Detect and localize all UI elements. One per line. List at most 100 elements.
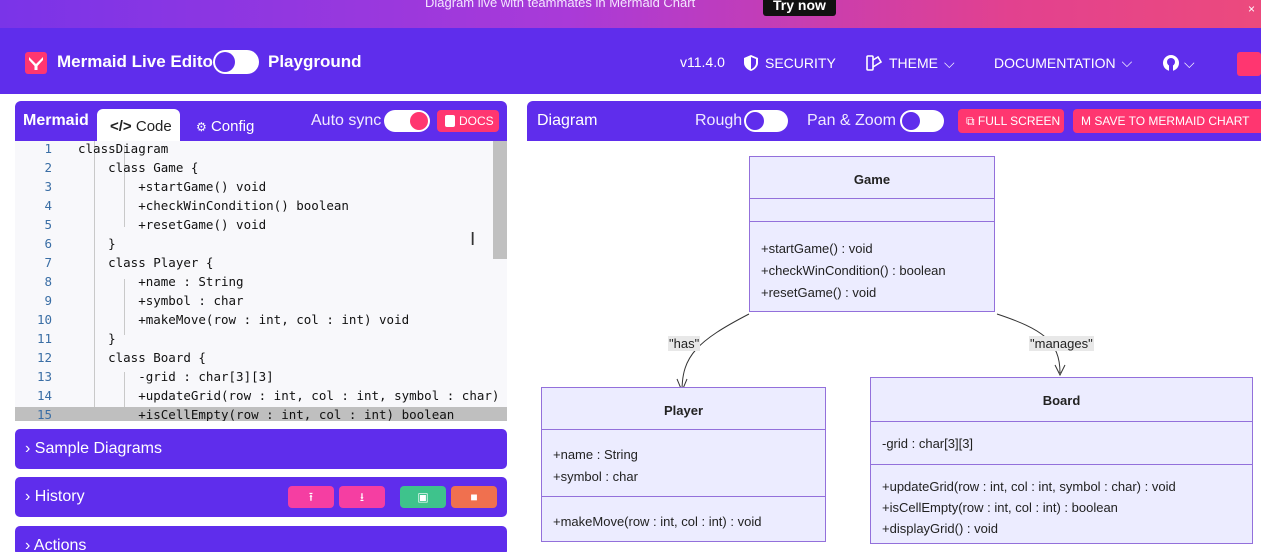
pan-zoom-toggle[interactable] — [900, 110, 944, 132]
full-screen-button[interactable]: ⧉ FULL SCREEN — [958, 109, 1064, 133]
actions-accordion[interactable]: › Actions — [15, 526, 507, 552]
code-line: 11 } — [15, 331, 507, 350]
code-icon: </> — [110, 118, 132, 135]
line-text: +startGame() void — [78, 179, 267, 194]
pan-zoom-label: Pan & Zoom — [807, 112, 896, 129]
class-name: Game — [853, 172, 891, 187]
line-text: class Board { — [78, 350, 206, 365]
code-line: 14 +updateGrid(row : int, col : int, sym… — [15, 388, 507, 407]
sample-diagrams-accordion[interactable]: › Sample Diagrams — [15, 429, 507, 469]
save-icon: ▣ — [417, 490, 429, 504]
line-text: +checkWinCondition() boolean — [78, 198, 349, 213]
sample-diagrams-label: Sample Diagrams — [34, 440, 162, 457]
mermaid-chart-icon: M — [1081, 114, 1091, 128]
line-text: -grid : char[3][3] — [78, 369, 274, 384]
class-attribute: +name : String — [553, 447, 638, 462]
editor-panel-title: Mermaid — [23, 112, 89, 129]
class-divider — [542, 496, 825, 497]
code-line: 1 classDiagram — [15, 141, 507, 160]
class-box-board[interactable]: Board -grid : char[3][3] +updateGrid(row… — [870, 377, 1253, 544]
class-box-game[interactable]: Game +startGame() : void +checkWinCondit… — [749, 156, 995, 312]
rough-toggle[interactable] — [744, 110, 788, 132]
chevron-right-icon: › — [25, 440, 31, 457]
chevron-down-icon: ⌵ — [1184, 54, 1195, 71]
mermaid-chart-icon[interactable] — [1237, 52, 1261, 76]
line-number: 14 — [36, 388, 52, 403]
diagram-panel-title: Diagram — [537, 112, 598, 129]
upload-icon: ⭱ — [308, 490, 314, 504]
toggle-knob — [215, 52, 235, 72]
github-menu[interactable]: ⌵ — [1162, 54, 1195, 72]
delete-button[interactable]: ■ — [451, 486, 497, 508]
auto-sync-toggle[interactable] — [384, 110, 430, 132]
class-method: +displayGrid() : void — [882, 521, 998, 536]
code-line: 3 +startGame() void — [15, 179, 507, 198]
history-label: History — [34, 488, 85, 505]
docs-button[interactable]: DOCS — [437, 110, 499, 132]
tab-code-label: Code — [135, 118, 172, 135]
line-number: 1 — [44, 141, 52, 156]
trash-icon: ■ — [470, 490, 478, 504]
code-line: 2 class Game { — [15, 160, 507, 179]
class-divider — [542, 429, 825, 430]
navbar: Mermaid Live Editor Playground v11.4.0 S… — [0, 28, 1261, 94]
class-method: +makeMove(row : int, col : int) : void — [553, 514, 762, 529]
toggle-knob — [902, 112, 920, 130]
code-line: 6 } — [15, 236, 507, 255]
line-number: 2 — [44, 160, 52, 175]
security-link[interactable]: SECURITY — [743, 54, 836, 72]
class-name: Board — [1042, 393, 1081, 408]
line-text: +makeMove(row : int, col : int) void — [78, 312, 410, 327]
diagram-toolbar: Diagram Rough Pan & Zoom ⧉ FULL SCREEN M… — [527, 101, 1261, 141]
save-to-mermaid-chart-button[interactable]: M SAVE TO MERMAID CHART — [1073, 109, 1261, 133]
chevron-right-icon: › — [25, 488, 31, 505]
auto-sync-label: Auto sync — [311, 112, 382, 129]
line-number: 8 — [44, 274, 52, 289]
download-button[interactable]: ⭳ — [339, 486, 385, 508]
history-accordion[interactable]: › History ⭱ ⭳ ▣ ■ — [15, 477, 507, 517]
code-line: 10 +makeMove(row : int, col : int) void — [15, 312, 507, 331]
class-method: +startGame() : void — [761, 241, 873, 256]
book-icon — [445, 115, 455, 127]
download-icon: ⭳ — [359, 490, 365, 504]
sample-diagrams-title: › Sample Diagrams — [25, 440, 162, 458]
class-attribute: -grid : char[3][3] — [882, 436, 974, 451]
chevron-down-icon: ⌵ — [944, 54, 955, 71]
tab-config[interactable]: ⚙ Config — [196, 118, 254, 135]
editor-scrollbar[interactable] — [493, 141, 507, 259]
docs-label: DOCS — [459, 114, 494, 128]
toggle-knob — [410, 112, 428, 130]
security-label: SECURITY — [765, 55, 836, 71]
diagram-canvas[interactable]: Game +startGame() : void +checkWinCondit… — [527, 141, 1261, 552]
close-icon[interactable]: × — [1248, 2, 1255, 16]
line-number: 7 — [44, 255, 52, 270]
save-button[interactable]: ▣ — [400, 486, 446, 508]
github-icon — [1163, 55, 1179, 71]
documentation-menu[interactable]: DOCUMENTATION ⌵ — [994, 54, 1132, 71]
line-text: } — [78, 331, 116, 346]
playground-toggle[interactable] — [213, 50, 259, 74]
gear-icon: ⚙ — [196, 120, 207, 134]
history-title: › History — [25, 488, 85, 506]
version-label: v11.4.0 — [680, 54, 725, 70]
line-text: +isCellEmpty(row : int, col : int) boole… — [78, 407, 455, 421]
mermaid-logo-icon[interactable] — [25, 52, 47, 74]
code-line: 7 class Player { — [15, 255, 507, 274]
palette-icon — [866, 55, 883, 71]
theme-menu[interactable]: THEME ⌵ — [865, 54, 955, 72]
class-box-player[interactable]: Player +name : String +symbol : char +ma… — [541, 387, 826, 542]
try-now-button[interactable]: Try now — [763, 0, 836, 16]
tab-code[interactable]: </> Code — [97, 109, 180, 141]
line-number: 4 — [44, 198, 52, 213]
edge-label-manages: "manages" — [1029, 336, 1094, 351]
class-method: +updateGrid(row : int, col : int, symbol… — [882, 479, 1176, 494]
class-method: +resetGame() : void — [761, 285, 877, 300]
line-text: class Game { — [78, 160, 199, 175]
code-line-selected: 15 +isCellEmpty(row : int, col : int) bo… — [15, 407, 507, 421]
playground-label: Playground — [268, 52, 362, 71]
app-title[interactable]: Mermaid Live Editor — [57, 52, 219, 72]
line-text: +name : String — [78, 274, 244, 289]
upload-button[interactable]: ⭱ — [288, 486, 334, 508]
code-editor[interactable]: 1 classDiagram 2 class Game { 3 +startGam… — [15, 141, 507, 421]
class-name: Player — [663, 403, 704, 418]
